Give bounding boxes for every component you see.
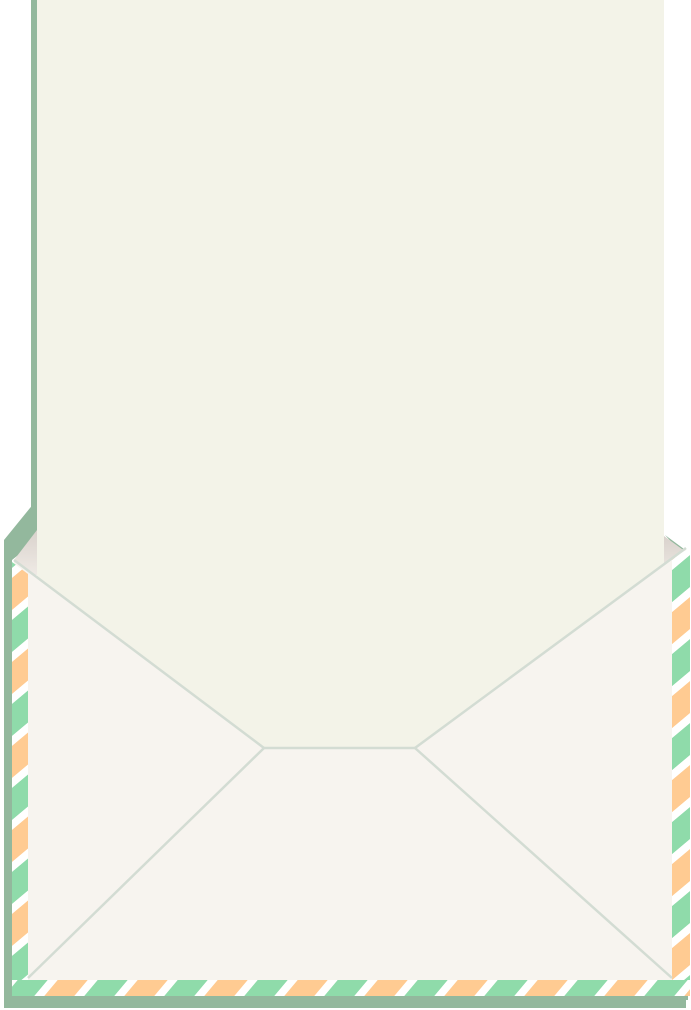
envelope-illustration bbox=[4, 0, 690, 1008]
letter-shadow bbox=[31, 0, 37, 540]
airmail-border-left bbox=[12, 562, 28, 980]
airmail-border-right bbox=[672, 548, 690, 980]
airmail-border-bottom bbox=[12, 980, 690, 996]
envelope-scene bbox=[0, 0, 691, 1010]
